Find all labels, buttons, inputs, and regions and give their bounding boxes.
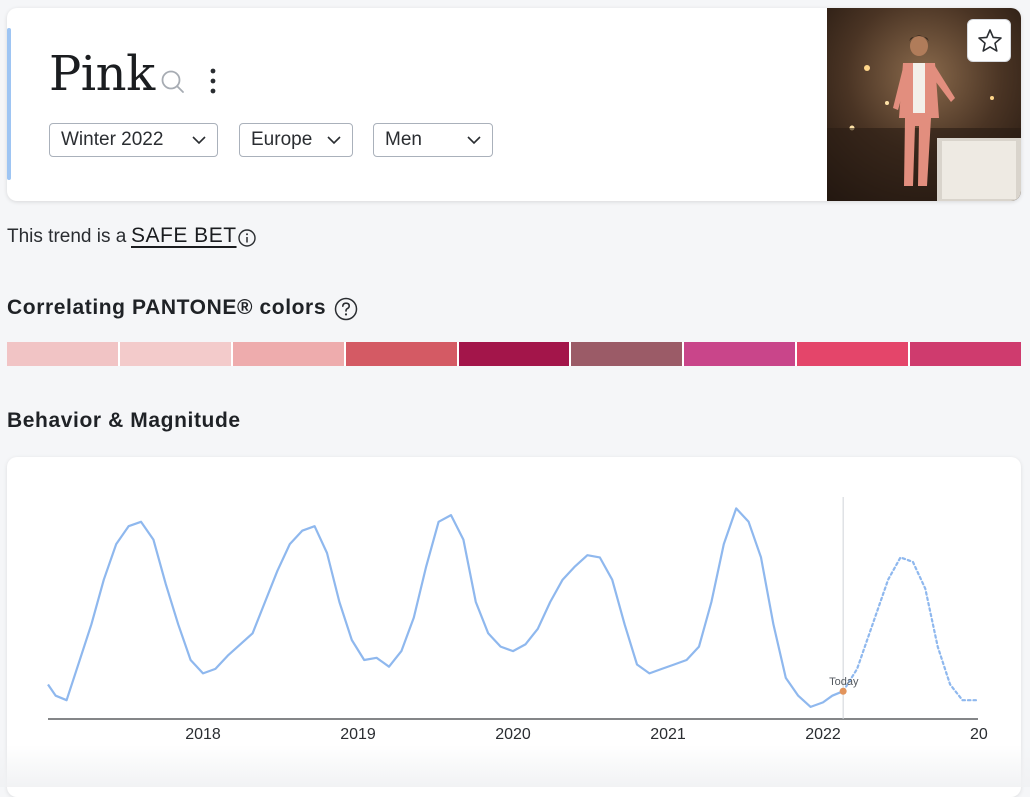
x-tick-label: 2019 [340,726,376,743]
x-tick-label: 2020 [495,726,531,743]
x-tick-label: 2018 [185,726,221,743]
today-label: Today [829,676,859,688]
behavior-chart: Today 2018 2019 2020 2021 2022 20 [47,497,988,743]
today-marker[interactable] [839,687,847,695]
forecast-series-line [842,556,980,702]
x-tick-label: 20 [970,726,988,743]
x-tick-label: 2022 [805,726,841,743]
x-tick-label: 2021 [650,726,686,743]
bottom-fade [0,745,1030,787]
history-series-line [47,507,844,709]
